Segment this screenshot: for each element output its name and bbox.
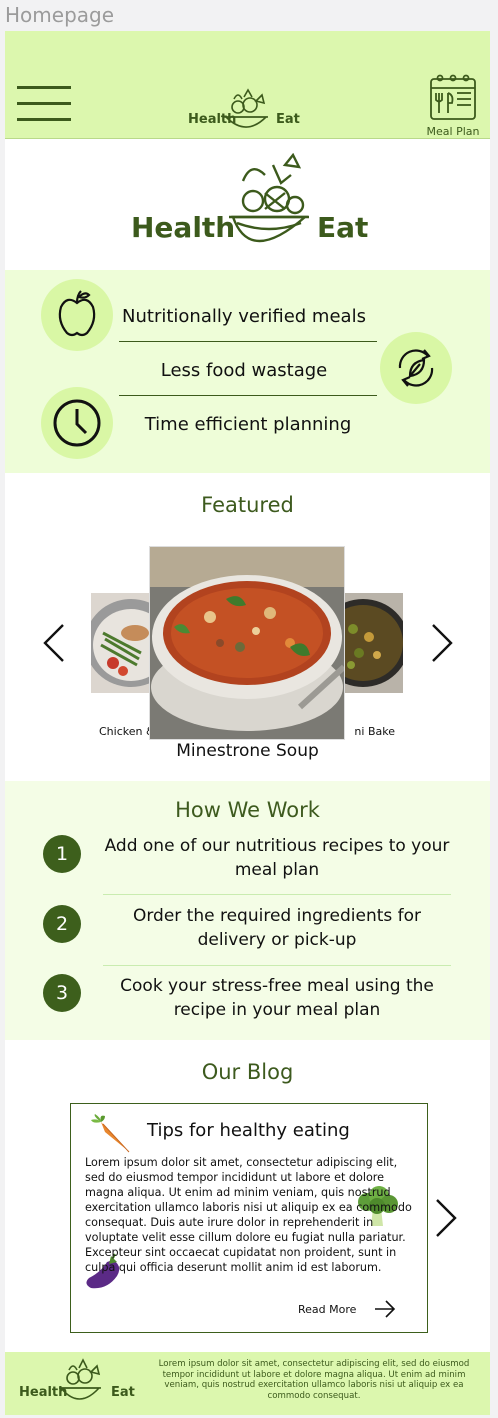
featured-title: Featured xyxy=(201,493,294,517)
footer-text: Lorem ipsum dolor sit amet, consectetur … xyxy=(158,1359,470,1401)
blog-card-body: Lorem ipsum dolor sit amet, consectetur … xyxy=(85,1156,412,1274)
clock-icon-circle xyxy=(41,387,113,459)
calendar-cutlery-icon xyxy=(430,74,476,120)
feature-text-wastage: Less food wastage xyxy=(160,360,328,381)
step-divider xyxy=(103,965,451,966)
how-title: How We Work xyxy=(175,798,320,822)
footer-logo-text-health: Health xyxy=(19,1385,67,1400)
logo-text-eat: Eat xyxy=(276,112,300,127)
featured-main-image[interactable] xyxy=(150,547,344,739)
step-number-3: 3 xyxy=(43,974,81,1012)
step-text-3: Cook your stress-free meal using the rec… xyxy=(120,976,434,1020)
feature-text-time: Time efficient planning xyxy=(144,414,352,435)
feature-divider xyxy=(119,395,377,396)
recycle-leaf-icon xyxy=(398,349,434,387)
apple-icon-circle xyxy=(41,279,113,351)
featured-section: Featured Chicken & Veg ni Bake Minestron… xyxy=(5,473,490,781)
featured-right-caption: Zucchini Bake xyxy=(355,725,395,738)
feature-divider xyxy=(119,341,377,342)
app-footer: Health Eat Lorem ipsum dolor sit amet, c… xyxy=(5,1352,490,1415)
featured-left-image[interactable] xyxy=(91,593,151,693)
step-number-2: 2 xyxy=(43,905,81,943)
header-logo[interactable]: Health Eat xyxy=(186,87,306,135)
blog-chevron-right-icon[interactable] xyxy=(431,1198,459,1238)
blog-card[interactable]: Tips for healthy eating Lorem ipsum dolo… xyxy=(70,1103,428,1333)
step-number-1: 1 xyxy=(43,835,81,873)
frame-label: Homepage xyxy=(5,3,115,27)
footer-logo-text-eat: Eat xyxy=(111,1385,135,1400)
step-text-1: Add one of our nutritious recipes to you… xyxy=(104,836,450,880)
app-header: Health Eat Meal Plan xyxy=(5,31,490,139)
hero-logo-text-health: Health xyxy=(131,211,235,244)
blog-card-title: Tips for healthy eating xyxy=(147,1120,350,1141)
hero-logo-text-eat: Eat xyxy=(317,211,368,244)
meal-plan-button[interactable]: Meal Plan xyxy=(422,73,484,138)
footer-logo[interactable]: Health Eat xyxy=(19,1356,139,1408)
step-divider xyxy=(103,894,451,895)
blog-section: Our Blog Tips for healthy eating Lorem i… xyxy=(5,1040,490,1352)
hero-logo-section: Health Eat xyxy=(5,139,490,270)
blog-title: Our Blog xyxy=(201,1060,294,1084)
meal-plan-label: Meal Plan xyxy=(426,125,480,138)
chevron-right-icon[interactable] xyxy=(427,623,455,663)
logo-text-health: Health xyxy=(188,112,236,127)
arrow-right-icon[interactable] xyxy=(373,1299,397,1319)
how-we-work-section: How We Work 1 Add one of our nutritious … xyxy=(5,781,490,1040)
homepage-app: Health Eat Meal Plan Health Eat Nutritio… xyxy=(5,31,490,1415)
feature-text-verified: Nutritionally verified meals xyxy=(122,306,366,327)
features-section: Nutritionally verified meals Less food w… xyxy=(5,270,490,473)
hero-logo: Health Eat xyxy=(131,153,368,244)
carrot-icon xyxy=(91,1114,130,1153)
featured-right-image[interactable] xyxy=(343,593,403,693)
clock-icon xyxy=(53,399,101,447)
chevron-left-icon[interactable] xyxy=(41,623,69,663)
featured-main-caption: Minestrone Soup xyxy=(176,741,319,761)
apple-icon xyxy=(58,290,96,337)
recycle-leaf-icon-circle xyxy=(380,332,452,404)
read-more-link[interactable]: Read More xyxy=(298,1303,356,1316)
step-text-2: Order the required ingredients for deliv… xyxy=(132,906,422,950)
hamburger-menu-icon[interactable] xyxy=(17,86,71,124)
